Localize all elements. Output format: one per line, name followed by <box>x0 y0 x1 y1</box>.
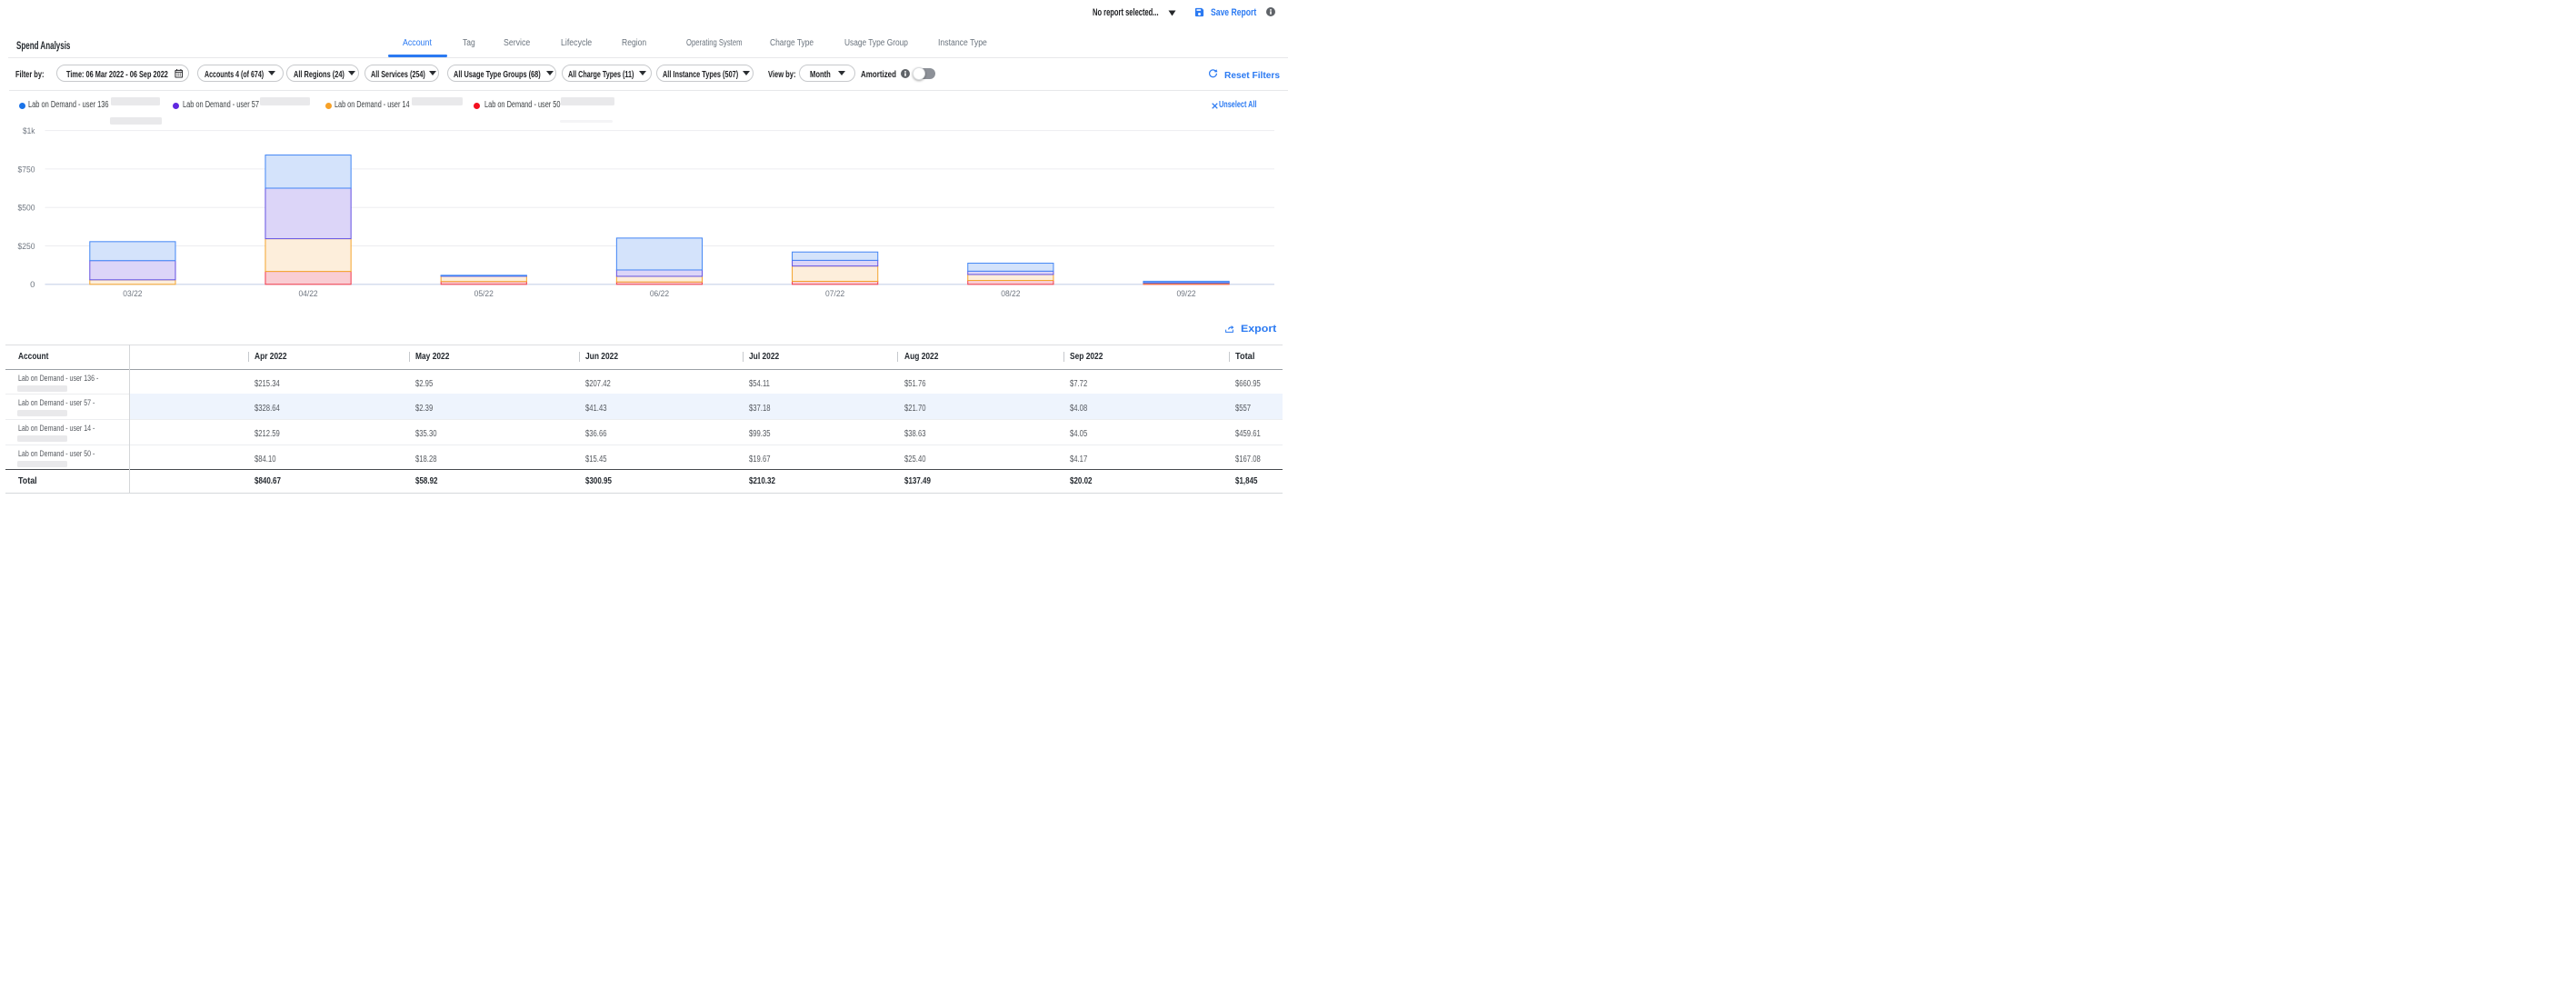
svg-text:06/22: 06/22 <box>650 289 669 299</box>
svg-text:09/22: 09/22 <box>1176 289 1195 299</box>
svg-text:08/22: 08/22 <box>1001 289 1020 299</box>
svg-text:$500: $500 <box>18 204 35 214</box>
svg-text:$750: $750 <box>18 165 35 175</box>
svg-text:05/22: 05/22 <box>474 289 494 299</box>
svg-text:$1k: $1k <box>23 126 35 136</box>
svg-text:07/22: 07/22 <box>825 289 844 299</box>
svg-text:03/22: 03/22 <box>123 289 142 299</box>
svg-text:04/22: 04/22 <box>298 289 317 299</box>
svg-text:$250: $250 <box>18 242 35 252</box>
svg-text:0: 0 <box>30 280 35 290</box>
